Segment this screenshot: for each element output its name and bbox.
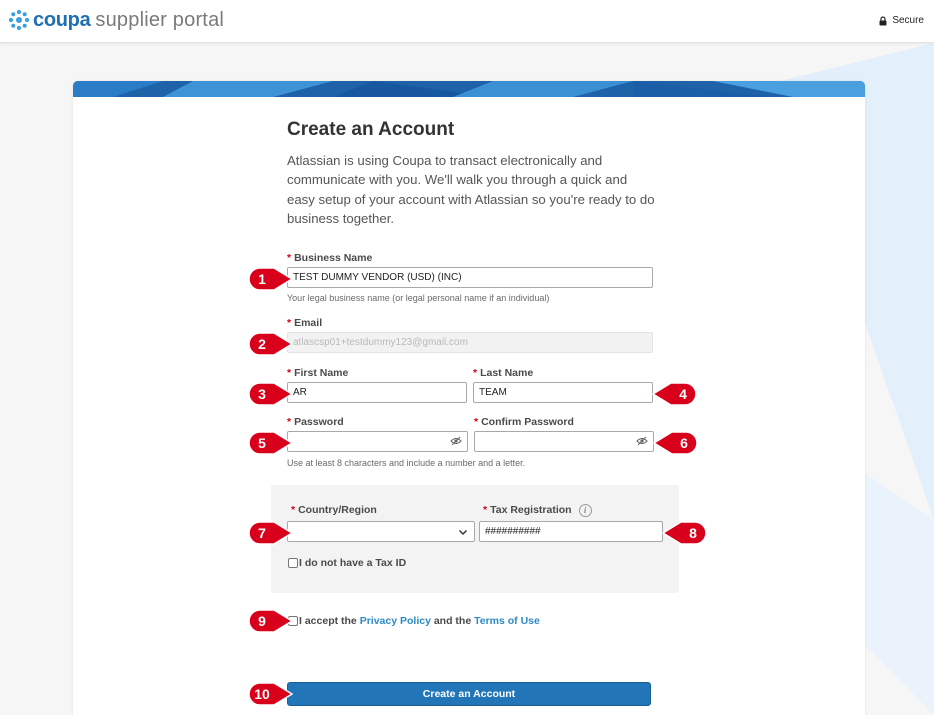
- required-mark: *: [474, 416, 479, 428]
- no-tax-id-checkbox[interactable]: [288, 558, 298, 568]
- required-mark: *: [287, 367, 292, 379]
- create-account-card: Create an Account Atlassian is using Cou…: [73, 81, 865, 715]
- info-icon[interactable]: i: [578, 503, 592, 517]
- required-mark: *: [287, 317, 292, 329]
- chevron-down-icon: [458, 529, 468, 536]
- country-select[interactable]: [287, 521, 475, 542]
- accept-terms-label: I accept the Privacy Policy and the Term…: [299, 615, 540, 627]
- privacy-policy-link[interactable]: Privacy Policy: [360, 615, 431, 627]
- callout-marker-7: 7: [248, 521, 293, 545]
- eye-slash-icon[interactable]: [450, 436, 462, 446]
- password-label: * Password: [287, 416, 344, 428]
- business-name-label: * Business Name: [287, 252, 373, 264]
- last-name-label: * Last Name: [473, 367, 534, 379]
- callout-marker-1: 1: [248, 267, 293, 291]
- first-name-input[interactable]: AR: [287, 382, 467, 403]
- create-account-button[interactable]: Create an Account: [287, 682, 651, 706]
- required-mark: *: [473, 367, 478, 379]
- tax-registration-input[interactable]: ##########: [479, 521, 663, 542]
- required-mark: *: [483, 504, 488, 516]
- secure-label: Secure: [892, 15, 924, 26]
- first-name-label: * First Name: [287, 367, 349, 379]
- callout-marker-4: 4: [652, 382, 697, 406]
- logo-product-text: supplier portal: [95, 8, 225, 31]
- required-mark: *: [291, 504, 296, 516]
- intro-text: Atlassian is using Coupa to transact ele…: [287, 153, 655, 227]
- no-tax-id-label: I do not have a Tax ID: [299, 557, 407, 569]
- callout-marker-5: 5: [248, 431, 293, 455]
- password-input[interactable]: [287, 431, 468, 452]
- secure-indicator: Secure: [879, 15, 924, 26]
- confirm-password-label: * Confirm Password: [474, 416, 574, 428]
- required-mark: *: [287, 252, 292, 264]
- business-name-input[interactable]: TEST DUMMY VENDOR (USD) (INC): [287, 267, 653, 288]
- callout-marker-3: 3: [248, 382, 293, 406]
- eye-slash-icon[interactable]: [636, 436, 648, 446]
- callout-marker-9: 9: [248, 609, 293, 633]
- tax-registration-label: * Tax Registration i: [483, 503, 592, 517]
- country-label: * Country/Region: [291, 504, 377, 516]
- confirm-password-input[interactable]: [474, 431, 654, 452]
- callout-marker-2: 2: [248, 332, 293, 356]
- business-name-hint: Your legal business name (or legal perso…: [287, 293, 550, 303]
- email-label: * Email: [287, 317, 323, 329]
- password-hint: Use at least 8 characters and include a …: [287, 458, 526, 468]
- card-banner-pattern: [73, 81, 865, 97]
- terms-of-use-link[interactable]: Terms of Use: [474, 615, 540, 627]
- coupa-supplier-portal-logo[interactable]: coupa supplier portal: [8, 7, 224, 33]
- lock-icon: [879, 15, 887, 25]
- callout-marker-8: 8: [662, 521, 707, 545]
- callout-marker-6: 6: [653, 431, 698, 455]
- top-bar: coupa supplier portal Secure: [0, 0, 934, 43]
- page-title: Create an Account: [287, 119, 455, 140]
- coupa-logo-icon: [8, 9, 30, 31]
- callout-marker-10: 10: [248, 682, 293, 706]
- required-mark: *: [287, 416, 292, 428]
- email-field: atlascsp01+testdummy123@gmail.com: [287, 332, 653, 353]
- last-name-input[interactable]: TEAM: [473, 382, 653, 403]
- logo-brand-text: coupa: [33, 8, 91, 31]
